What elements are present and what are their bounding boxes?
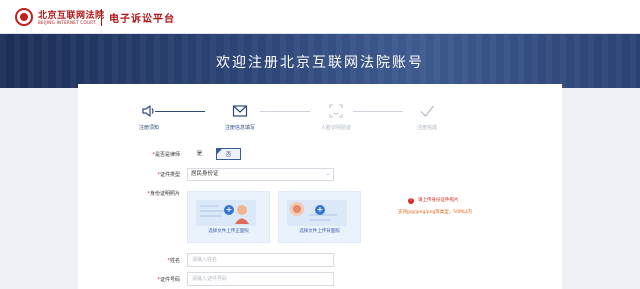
checkmark-icon	[420, 105, 435, 117]
step-face: 人脸识别验证	[301, 102, 371, 131]
step-label: 注册信息填写	[224, 125, 255, 131]
step-info: 注册信息填写	[205, 102, 275, 131]
registration-card: 注册须知 注册信息填写 人脸识别验证 注册完成 *是否是律师 是 否 *证件类型…	[78, 84, 562, 289]
step-notice: 注册须知	[114, 102, 184, 131]
upload-front-caption: 选择文件上传正面照	[208, 229, 249, 234]
id-card-back-icon	[287, 200, 347, 226]
upload-back-photo[interactable]: + 选择文件上传背面照	[278, 191, 361, 243]
error-icon: !	[408, 198, 414, 204]
court-emblem-icon	[15, 8, 33, 26]
id-type-value: 居民身份证	[191, 171, 219, 177]
step-label: 注册完成	[416, 125, 437, 131]
lawyer-label: *是否是律师	[152, 152, 180, 158]
hero-banner: 欢迎注册北京互联网法院账号	[0, 34, 640, 88]
lawyer-no-option[interactable]: 否	[216, 148, 241, 160]
plus-icon: +	[315, 205, 325, 215]
speaker-icon	[142, 105, 154, 117]
id-type-label: *证件类型	[157, 172, 180, 178]
platform-name: 电子诉讼平台	[109, 14, 175, 25]
id-number-label: *证件号码	[157, 277, 180, 283]
step-label: 人脸识别验证	[320, 125, 351, 131]
name-input[interactable]: 请输入姓名	[187, 253, 334, 267]
step-label: 注册须知	[138, 125, 159, 131]
top-header: 北京互联网法院 BEIJING INTERNET COURT 电子诉讼平台	[0, 0, 640, 34]
name-label: *姓名	[167, 258, 180, 264]
photo-error-message: 请上传身份证件照片	[418, 198, 459, 203]
upload-hint: 支持jpg/jpeg/png等类型，50M以内	[398, 210, 472, 215]
page-title: 欢迎注册北京互联网法院账号	[216, 55, 424, 71]
upload-back-caption: 选择文件上传背面照	[299, 229, 340, 234]
header-divider	[101, 9, 102, 26]
envelope-icon	[232, 105, 248, 117]
step-complete: 注册完成	[392, 102, 462, 131]
lawyer-yes-option[interactable]: 是	[187, 148, 212, 160]
upload-front-photo[interactable]: + 选择文件上传正面照	[187, 191, 270, 243]
plus-icon: +	[224, 205, 234, 215]
id-type-select[interactable]: 居民身份证 ⌄	[187, 168, 334, 181]
id-photo-label: *身份证明照片	[147, 191, 180, 197]
face-scan-icon	[329, 104, 343, 118]
id-number-input[interactable]: 请输入证件号码	[187, 272, 334, 286]
court-english-name: BEIJING INTERNET COURT	[38, 20, 96, 25]
chevron-down-icon: ⌄	[325, 171, 330, 177]
id-card-front-icon	[196, 200, 256, 226]
